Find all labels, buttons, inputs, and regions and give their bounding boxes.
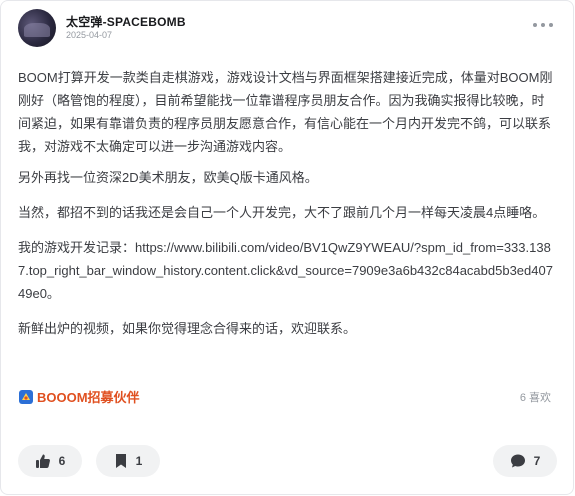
topic-tag[interactable]: BOOOM招募伙伴: [18, 387, 140, 406]
comment-count: 7: [533, 454, 541, 468]
like-count: 6: [58, 454, 66, 468]
topic-badge-icon: [19, 389, 33, 404]
comment-button[interactable]: 7: [493, 445, 557, 477]
likes-summary: 6 喜欢: [519, 392, 551, 404]
bookmark-icon: [115, 454, 126, 468]
more-dots-icon[interactable]: [533, 23, 553, 31]
favorite-button[interactable]: 1: [96, 445, 160, 477]
topic-label: BOOOM招募伙伴: [37, 390, 140, 405]
favorite-count: 1: [135, 454, 143, 468]
like-button[interactable]: 6: [18, 445, 82, 477]
paragraph: 新鲜出炉的视频，如果你觉得理念合得来的话，欢迎联系。: [18, 321, 357, 336]
paragraph-link[interactable]: 我的游戏开发记录：https://www.bilibili.com/video/…: [18, 236, 556, 305]
paragraph: 当然，都招不到的话我还是会自己一个人开发完，大不了跟前几个月一样每天凌晨4点睡咯…: [18, 205, 546, 220]
avatar[interactable]: [18, 9, 56, 47]
post-body: BOOM打算开发一款类自走棋游戏，游戏设计文档与界面框架搭建接近完成，体量对BO…: [18, 66, 556, 340]
thumbs-up-icon: [35, 454, 50, 468]
comment-bubble-icon: [510, 454, 525, 468]
paragraph: BOOM打算开发一款类自走棋游戏，游戏设计文档与界面框架搭建接近完成，体量对BO…: [18, 70, 553, 154]
action-bar: 6 1 7: [18, 445, 557, 477]
post-header: 太空弹-SPACEBOMB 2025-04-07: [18, 9, 557, 49]
post-date: 2025-04-07: [66, 30, 113, 40]
paragraph: 另外再找一位资深2D美术朋友，欧美Q版卡通风格。: [18, 170, 318, 185]
author-name[interactable]: 太空弹-SPACEBOMB: [66, 13, 186, 30]
